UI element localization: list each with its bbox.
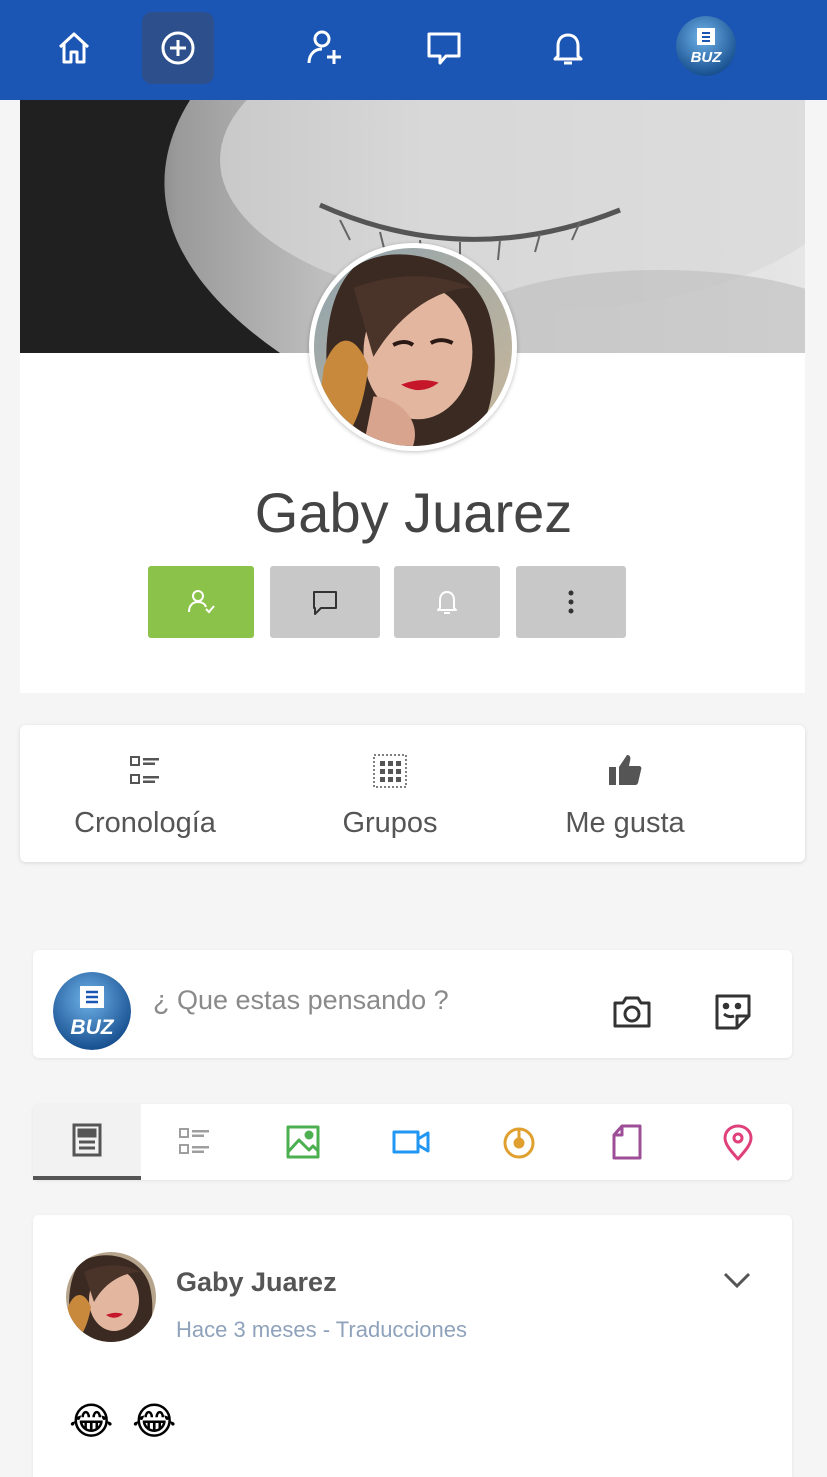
- video-icon: [392, 1130, 430, 1154]
- home-icon: [58, 32, 90, 64]
- composer-avatar: BUZ: [53, 972, 131, 1050]
- post-composer: BUZ: [33, 950, 792, 1058]
- filter-audio[interactable]: [465, 1104, 573, 1180]
- notifications-button[interactable]: [532, 12, 604, 84]
- whats-on-your-mind-input[interactable]: [153, 980, 593, 1020]
- tab-groups[interactable]: Grupos: [320, 725, 460, 862]
- logo-text: BUZ: [70, 1016, 114, 1039]
- create-button[interactable]: [142, 12, 214, 84]
- brand-logo-avatar: BUZ: [676, 16, 736, 76]
- location-icon: [723, 1124, 753, 1161]
- brand-logo-avatar: BUZ: [53, 972, 131, 1050]
- profile-name: Gaby Juarez: [254, 481, 573, 544]
- groups-icon: [373, 754, 407, 788]
- filter-photos[interactable]: [249, 1104, 357, 1180]
- image-icon: [286, 1125, 320, 1159]
- post-card: Gaby Juarez Hace 3 meses - Traducciones …: [33, 1215, 792, 1477]
- message-icon: [313, 591, 337, 615]
- camera-icon: [613, 996, 651, 1028]
- post-filter-bar: [33, 1104, 792, 1180]
- add-photo-button[interactable]: [608, 988, 656, 1036]
- filter-all-posts[interactable]: [33, 1104, 141, 1180]
- top-navigation-bar: BUZ: [0, 0, 827, 100]
- home-button[interactable]: [38, 12, 110, 84]
- friend-check-icon: [188, 590, 215, 614]
- chevron-down-icon[interactable]: [719, 1265, 755, 1295]
- profile-tabs: Cronología Grupos Me gusta: [20, 725, 805, 862]
- author-photo: [66, 1252, 156, 1342]
- all-posts-icon: [72, 1123, 102, 1157]
- friend-status-button[interactable]: [148, 566, 254, 638]
- profile-avatar[interactable]: [309, 243, 517, 451]
- tab-label: Me gusta: [565, 807, 685, 839]
- bell-icon: [437, 591, 457, 614]
- tab-label: Grupos: [342, 807, 438, 839]
- thumbs-up-icon: [609, 755, 642, 785]
- text-list-icon: [179, 1128, 209, 1154]
- friend-requests-button[interactable]: [288, 12, 360, 84]
- send-message-button[interactable]: [270, 566, 380, 638]
- post-meta[interactable]: Hace 3 meses - Traducciones: [176, 1317, 467, 1343]
- bell-icon: [553, 33, 583, 65]
- follow-notifications-button[interactable]: [394, 566, 500, 638]
- file-icon: [612, 1124, 642, 1160]
- timeline-icon: [130, 756, 159, 784]
- post-body: 😂 😂: [69, 1401, 181, 1443]
- more-options-button[interactable]: [516, 566, 626, 638]
- sticker-icon: [715, 994, 751, 1030]
- messages-button[interactable]: [408, 12, 480, 84]
- add-sticker-button[interactable]: [709, 988, 757, 1036]
- add-user-icon: [307, 30, 341, 64]
- filter-files[interactable]: [573, 1104, 681, 1180]
- filter-text-posts[interactable]: [141, 1104, 249, 1180]
- filter-videos[interactable]: [357, 1104, 465, 1180]
- profile-photo: [314, 248, 512, 446]
- post-author-name[interactable]: Gaby Juarez: [176, 1267, 337, 1298]
- logo-text: BUZ: [691, 49, 723, 66]
- audio-icon: [503, 1127, 535, 1159]
- filter-places[interactable]: [684, 1104, 792, 1180]
- post-author-avatar[interactable]: [66, 1252, 156, 1342]
- add-circle-icon: [161, 31, 195, 65]
- messages-icon: [427, 32, 461, 65]
- more-vertical-icon: [568, 590, 574, 614]
- tab-likes[interactable]: Me gusta: [540, 725, 710, 862]
- tab-label: Cronología: [74, 807, 216, 839]
- user-avatar-button[interactable]: BUZ: [676, 16, 736, 76]
- tab-timeline[interactable]: Cronología: [50, 725, 240, 862]
